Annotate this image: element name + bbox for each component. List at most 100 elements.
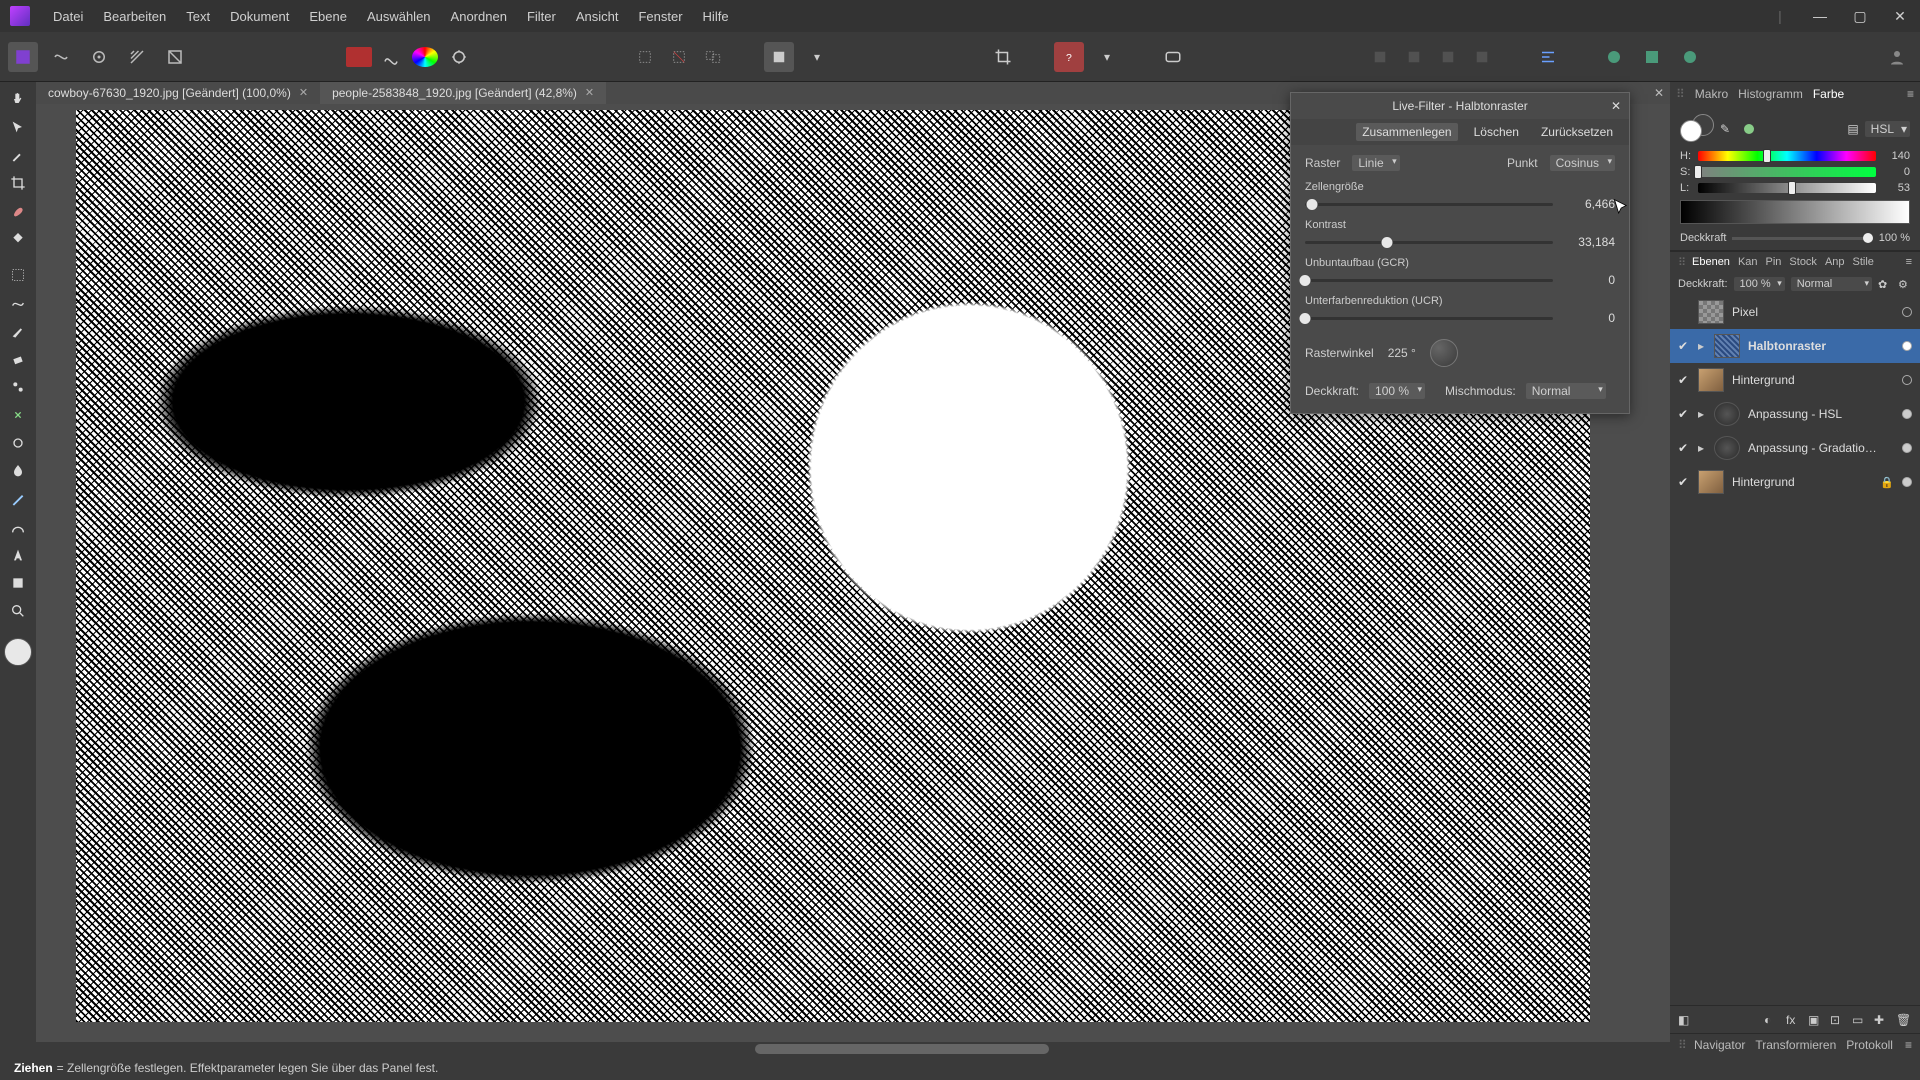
arrange-4-icon[interactable]: [1467, 42, 1497, 72]
tab-protokoll[interactable]: Protokoll: [1846, 1038, 1893, 1052]
lf-opacity-dropdown[interactable]: 100 %: [1369, 383, 1425, 399]
close-icon[interactable]: ✕: [1611, 99, 1621, 113]
layer-status-icon[interactable]: [1902, 443, 1912, 453]
persona-export-icon[interactable]: [160, 42, 190, 72]
align-icon[interactable]: [1533, 42, 1563, 72]
tab-farbe[interactable]: Farbe: [1813, 87, 1844, 101]
menu-filter[interactable]: Filter: [518, 5, 565, 28]
color-opacity-value[interactable]: 100 %: [1879, 232, 1910, 244]
clone-tool-icon[interactable]: [7, 376, 29, 398]
tab-pin[interactable]: Pin: [1766, 256, 1782, 269]
foreground-color-swatch[interactable]: [4, 638, 32, 666]
hue-slider[interactable]: [1698, 151, 1876, 161]
menu-dokument[interactable]: Dokument: [221, 5, 298, 28]
deletelayer-icon[interactable]: 🗑: [1896, 1013, 1912, 1027]
stock-2-icon[interactable]: [1637, 42, 1667, 72]
menu-hilfe[interactable]: Hilfe: [694, 5, 738, 28]
assistant-dd-icon[interactable]: ▾: [1092, 42, 1122, 72]
cell-value[interactable]: 6,466: [1563, 197, 1615, 211]
panel-menu-icon[interactable]: ≡: [1905, 1038, 1912, 1052]
menu-fenster[interactable]: Fenster: [629, 5, 691, 28]
zoom-tool-icon[interactable]: [7, 600, 29, 622]
close-tab-icon[interactable]: ✕: [585, 82, 594, 104]
persona-photo-icon[interactable]: [8, 42, 38, 72]
tab-kan[interactable]: Kan: [1738, 256, 1758, 269]
panel-menu-icon[interactable]: ≡: [1907, 87, 1914, 101]
gradient-strip[interactable]: [1680, 200, 1910, 224]
expand-icon[interactable]: ▸: [1698, 441, 1706, 455]
paint-tool-icon[interactable]: [7, 200, 29, 222]
layer-blend-dropdown[interactable]: Normal: [1791, 277, 1872, 291]
panel-close-icon[interactable]: ✕: [1654, 86, 1664, 100]
adj-icon[interactable]: ◐: [1764, 1013, 1780, 1027]
panel-menu-icon[interactable]: ≡: [1906, 256, 1912, 269]
flood-tool-icon[interactable]: [7, 228, 29, 250]
ucr-value[interactable]: 0: [1563, 311, 1615, 325]
group-icon[interactable]: ▭: [1852, 1013, 1868, 1027]
crop-tool-icon[interactable]: [7, 172, 29, 194]
tint-dot-icon[interactable]: [1744, 124, 1754, 134]
expand-icon[interactable]: ▸: [1698, 407, 1706, 421]
mask2-icon[interactable]: ▣: [1808, 1013, 1824, 1027]
tab-ebenen[interactable]: Ebenen: [1692, 256, 1730, 269]
menu-auswaehlen[interactable]: Auswählen: [358, 5, 440, 28]
window-close-icon[interactable]: ✕: [1880, 7, 1920, 25]
visibility-icon[interactable]: ✔: [1678, 373, 1690, 387]
layer-status-icon[interactable]: [1902, 477, 1912, 487]
reset-button[interactable]: Zurücksetzen: [1535, 123, 1619, 141]
layer-row[interactable]: ✔ ▸ Halbtonraster: [1670, 329, 1920, 363]
quickmask-dd-icon[interactable]: ▾: [802, 42, 832, 72]
marquee-tool-icon[interactable]: [7, 264, 29, 286]
close-tab-icon[interactable]: ✕: [299, 82, 308, 104]
erase-tool-icon[interactable]: [7, 348, 29, 370]
point-dropdown[interactable]: Cosinus: [1550, 155, 1615, 171]
lock-icon[interactable]: 🔒: [1880, 476, 1894, 489]
color-mode-dropdown[interactable]: HSL: [1865, 121, 1910, 137]
visibility-icon[interactable]: ✔: [1678, 475, 1690, 489]
layer-row[interactable]: ✔ Hintergrund: [1670, 363, 1920, 397]
stock-1-icon[interactable]: [1599, 42, 1629, 72]
merge-button[interactable]: Zusammenlegen: [1356, 123, 1457, 141]
ucr-slider[interactable]: [1305, 317, 1553, 320]
autolevels-icon[interactable]: [376, 42, 406, 72]
visibility-icon[interactable]: ✔: [1678, 407, 1690, 421]
angle-dial[interactable]: [1430, 339, 1458, 367]
persona-tonemap-icon[interactable]: [122, 42, 152, 72]
tab-anp[interactable]: Anp: [1825, 256, 1845, 269]
arrange-1-icon[interactable]: [1365, 42, 1395, 72]
selection-b-icon[interactable]: [664, 42, 694, 72]
shape-tool-icon[interactable]: [7, 572, 29, 594]
layer-row[interactable]: ✔ ▸ Anpassung - Gradatio…: [1670, 431, 1920, 465]
horizontal-scrollbar[interactable]: [36, 1042, 1670, 1056]
vector-tool-icon[interactable]: [7, 516, 29, 538]
dodge-tool-icon[interactable]: [7, 432, 29, 454]
menu-ansicht[interactable]: Ansicht: [567, 5, 628, 28]
layer-row[interactable]: ✔ Hintergrund 🔒: [1670, 465, 1920, 499]
layer-row[interactable]: ✔ ▸ Anpassung - HSL: [1670, 397, 1920, 431]
tab-stock[interactable]: Stock: [1789, 256, 1817, 269]
lgt-slider[interactable]: [1698, 183, 1876, 193]
layer-cog-icon[interactable]: ⚙: [1898, 278, 1912, 291]
document-tab-0[interactable]: cowboy-67630_1920.jpg [Geändert] (100,0%…: [36, 82, 320, 104]
contrast-slider[interactable]: [1305, 241, 1553, 244]
hand-tool-icon[interactable]: [7, 88, 29, 110]
menu-ebene[interactable]: Ebene: [300, 5, 356, 28]
contrast-value[interactable]: 33,184: [1563, 235, 1615, 249]
color-opacity-slider[interactable]: [1732, 237, 1872, 240]
window-minimize-icon[interactable]: —: [1800, 7, 1840, 25]
fgbg-swatch[interactable]: [1680, 114, 1714, 144]
sat-value[interactable]: 0: [1882, 166, 1910, 178]
menu-bearbeiten[interactable]: Bearbeiten: [94, 5, 175, 28]
persona-liquify-icon[interactable]: [46, 42, 76, 72]
assistant-icon[interactable]: ?: [1054, 42, 1084, 72]
persona-develop-icon[interactable]: [84, 42, 114, 72]
layer-opacity-dropdown[interactable]: 100 %: [1734, 277, 1785, 291]
tab-navigator[interactable]: Navigator: [1694, 1038, 1745, 1052]
quickmask-icon[interactable]: [764, 42, 794, 72]
colorpick-tool-icon[interactable]: [7, 144, 29, 166]
window-maximize-icon[interactable]: ▢: [1840, 7, 1880, 25]
layer-status-icon[interactable]: [1902, 409, 1912, 419]
crop2-icon[interactable]: ⊡: [1830, 1013, 1846, 1027]
gcr-slider[interactable]: [1305, 279, 1553, 282]
mask-icon[interactable]: ◧: [1678, 1013, 1694, 1027]
